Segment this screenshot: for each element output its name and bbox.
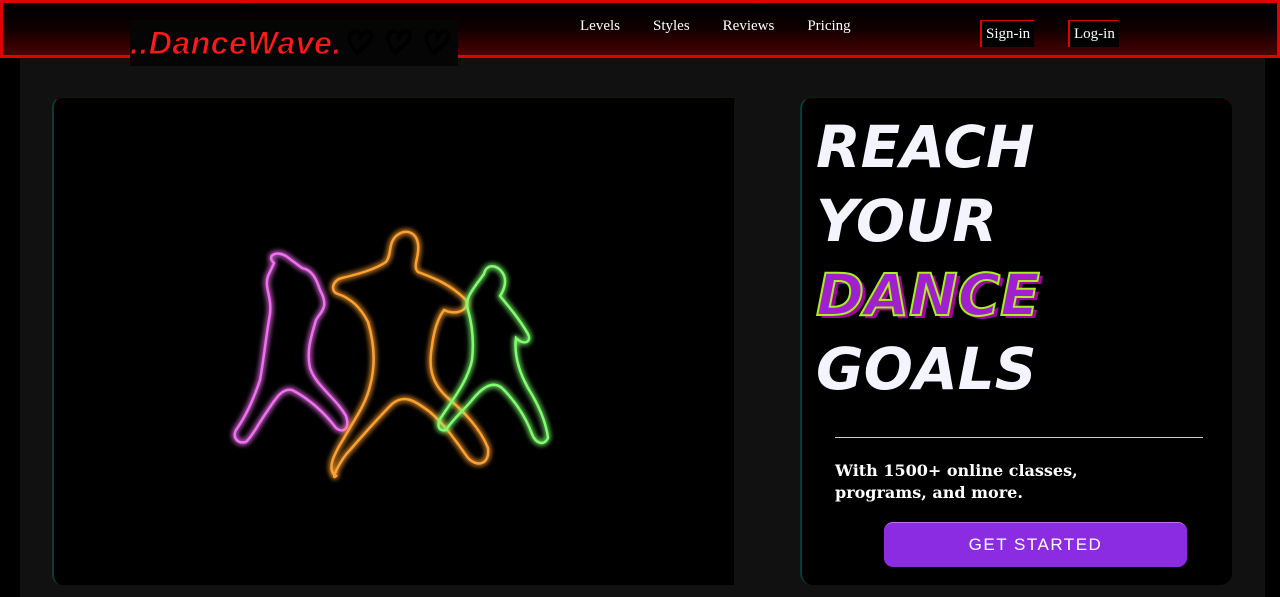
headline-line-4: GOALS [816,335,1037,403]
main-nav: Levels Styles Reviews Pricing [580,18,884,35]
log-in-button[interactable]: Log-in [1068,20,1119,47]
neon-dancers-illustration [233,230,550,479]
brand-logo[interactable]: ..DanceWave.♡ ♡ ♡ [130,20,458,66]
left-edge-strip [0,0,20,597]
nav-item-pricing[interactable]: Pricing [807,18,850,35]
hero-subtext: With 1500+ online classes, programs, and… [835,461,1078,502]
nav-item-styles[interactable]: Styles [653,18,690,35]
get-started-button[interactable]: GET STARTED [884,522,1187,567]
hero-headline: REACH YOUR DANCE GOALS [815,110,1041,406]
nav-item-reviews[interactable]: Reviews [723,18,775,35]
hero-text-card: REACH YOUR DANCE GOALS With 1500+ online… [800,97,1232,585]
sign-in-button[interactable]: Sign-in [980,20,1035,47]
nav-item-levels[interactable]: Levels [580,18,620,35]
right-edge-strip [1265,0,1280,597]
green-dancer-outline [437,265,550,445]
divider-line [835,437,1203,438]
headline-line-2: YOUR [816,187,997,255]
headline-accent-word: DANCE [815,260,1041,330]
pink-dancer-outline [233,252,349,444]
hero-image-neon-dancers [52,97,734,585]
orange-dancer-outline [330,230,490,479]
headline-line-1: REACH [816,113,1035,181]
